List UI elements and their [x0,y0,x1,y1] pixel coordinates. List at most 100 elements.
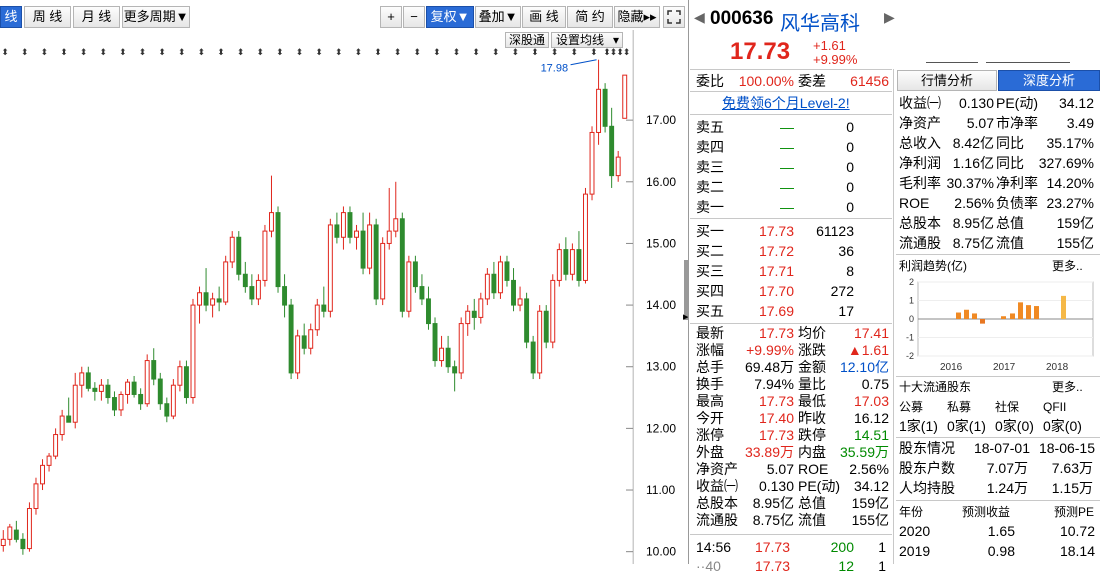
event-marker-icon[interactable]: ⬍ [623,47,631,57]
event-marker-icon[interactable]: ⬍ [531,47,539,57]
event-marker-icon[interactable]: ⬍ [296,47,304,57]
event-marker-icon[interactable]: ⬍ [217,47,225,57]
event-marker-icon[interactable]: ⬍ [178,47,186,57]
sell-level-price: — [780,159,794,175]
y-tick-label: 17.00 [646,113,676,127]
more-periods-button[interactable]: 更多周期▼ [122,6,190,28]
candle [40,459,45,491]
candle [236,231,242,281]
period-month-button[interactable]: 月 线 [73,6,120,28]
fin-value: 5.07 [966,115,994,131]
period-day-button[interactable]: 线 [0,6,22,28]
stat-value: 0.130 [758,478,794,494]
forecast-header: 年份 [899,505,924,519]
expand-icon[interactable] [663,6,685,28]
event-marker-icon[interactable]: ⬍ [315,47,323,57]
kline-chart: 17.00 16.00 15.00 14.00 13.00 12.00 11.00 10.00… [0,30,676,564]
fin-label: ROE [899,195,930,211]
level2-promo-link[interactable]: 免费领6个月Level-2! [722,93,850,113]
candle [308,323,314,355]
overlay-button[interactable]: 叠加▼ [475,6,521,28]
candle [138,388,144,410]
event-marker-icon[interactable]: ⬍ [394,47,402,57]
candle [530,335,536,380]
tick-price-2: 17.73 [754,558,790,574]
forecast-header: 预测收益 [962,505,1011,519]
event-marker-icon[interactable]: ⬍ [80,47,88,57]
fin-value: 34.12 [1058,95,1094,111]
stat-value: 17.40 [758,410,794,426]
event-marker-icon[interactable]: ⬍ [453,47,461,57]
event-marker-icon[interactable]: ⬍ [41,47,49,57]
event-marker-icon[interactable]: ⬍ [355,47,363,57]
next-stock-icon[interactable]: ▶ [884,9,895,26]
event-marker-icon[interactable]: ⬍ [198,47,206,57]
top-holders-more-link[interactable]: 更多.. [1052,377,1083,397]
adjust-button[interactable]: 复权▼ [426,6,474,28]
event-marker-icon[interactable]: ⬍ [551,47,559,57]
profit-trend-more-link[interactable]: 更多.. [1052,256,1083,276]
candle [295,329,301,380]
event-marker-icon[interactable]: ⬍ [60,47,68,57]
event-marker-icon[interactable]: ⬍ [570,47,578,57]
hide-button[interactable]: 隐藏▸▸ [614,6,660,28]
candle [210,292,216,318]
stat-value: 17.73 [758,427,794,443]
zoom-out-button[interactable]: − [403,6,425,28]
stat-value: 33.89万 [744,444,794,460]
event-marker-icon[interactable]: ⬍ [119,47,127,57]
event-marker-icon[interactable]: ⬍ [99,47,107,57]
candle [157,372,163,410]
candle [255,274,261,306]
sell-level-label: 卖二 [696,179,724,195]
buy-level-volume: 8 [846,263,854,279]
zoom-in-button[interactable]: + [380,6,402,28]
event-marker-icon[interactable]: ⬍ [1,47,9,57]
candle [543,305,549,349]
stat-label: 内盘 [798,444,826,460]
candle [452,360,458,392]
candle [589,126,595,201]
candle [360,212,366,275]
event-marker-icon[interactable]: ⬍ [590,47,598,57]
stat-label: 金额 [798,359,826,375]
event-marker-icon[interactable]: ⬍ [335,47,343,57]
event-marker-icon[interactable]: ⬍ [21,47,29,57]
event-marker-icon[interactable]: ⬍ [256,47,264,57]
event-marker-icon[interactable]: ⬍ [413,47,421,57]
tab-market-analysis[interactable]: 行情分析 [897,70,997,91]
event-marker-icon[interactable]: ⬍ [374,47,382,57]
stock-code: 000636 [710,8,774,29]
candle [20,533,26,555]
candle [458,317,464,380]
fin-label: 同比 [996,155,1024,171]
stat-value: 8.75亿 [752,512,794,528]
event-marker-icon[interactable]: ⬍ [492,47,500,57]
prev-stock-icon[interactable]: ◀ [694,9,705,26]
event-marker-icon[interactable]: ⬍ [237,47,245,57]
stat-value: 2.56% [849,461,889,477]
stat-value: 7.94% [754,376,794,392]
candle [393,181,399,238]
simple-button[interactable]: 简 约 [567,6,613,28]
stat-label: 流值 [798,512,826,528]
candle [556,243,562,287]
event-marker-icon[interactable]: ⬍ [433,47,441,57]
event-marker-icon[interactable]: ⬍ [512,47,520,57]
event-marker-icon[interactable]: ⬍ [472,47,480,57]
candle [380,237,386,306]
event-marker-icon[interactable]: ⬍ [139,47,147,57]
stat-label: 换手 [696,376,724,392]
fin-value: 8.95亿 [952,215,994,231]
draw-button[interactable]: 画 线 [522,6,566,28]
period-week-button[interactable]: 周 线 [24,6,71,28]
event-marker-icon[interactable]: ⬍ [158,47,166,57]
candle [563,237,569,281]
fin-value: 14.20% [1046,175,1094,191]
kline-chart-area[interactable]: 深股通 设置均线 ▾ 17.00 16.00 15.00 14.00 13.00 12.00… [0,30,686,564]
event-marker-icon[interactable]: ⬍ [276,47,284,57]
tab-deep-analysis[interactable]: 深度分析 [998,70,1100,91]
profit-x-label: 2017 [993,362,1016,373]
forecast-year: 2019 [899,543,931,559]
buy-level-volume: 272 [830,283,854,299]
